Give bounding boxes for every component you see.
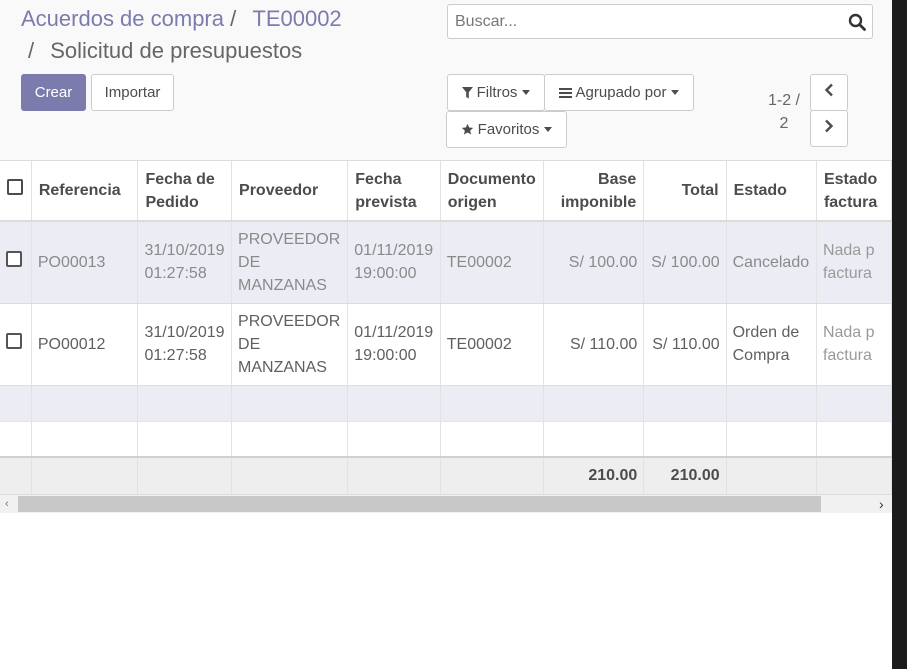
table-header: Referencia Fecha de Pedido Proveedor Fech… xyxy=(0,161,892,222)
table-row[interactable]: PO00012 31/10/2019 01:27:58 PROVEEDOR DE MA… xyxy=(0,303,892,386)
sum-total: 210.00 xyxy=(643,456,727,495)
caret-down-icon xyxy=(671,90,680,95)
caret-down-icon xyxy=(522,90,531,95)
column-total[interactable]: Total xyxy=(643,161,727,222)
search-box xyxy=(447,4,873,39)
sum-untaxed: 210.00 xyxy=(543,456,645,495)
app-window: Acuerdos de compra / TE00002 / Solicitud… xyxy=(0,0,892,669)
page-title: Solicitud de presupuestos xyxy=(50,38,303,63)
table-row[interactable]: PO00013 31/10/2019 01:27:58 PROVEEDOR DE MA… xyxy=(0,221,892,304)
row-select-cell xyxy=(0,221,32,304)
cell-planned-date: 01/11/2019 19:00:00 xyxy=(347,303,441,386)
pager-value: 1-2 / 2 xyxy=(758,89,810,135)
cell-origin: TE00002 xyxy=(440,303,544,386)
filters-label: Filtros xyxy=(476,84,518,101)
scroll-left-arrow-icon[interactable]: ‹ xyxy=(5,498,9,510)
cell-untaxed: S/ 110.00 xyxy=(543,303,645,386)
empty-row xyxy=(0,385,892,422)
pager-total: 2 xyxy=(779,115,789,132)
chevron-left-icon xyxy=(824,83,834,102)
empty-row xyxy=(0,421,892,458)
cell-invoice-state: Nada p factura xyxy=(816,221,892,304)
filters-button[interactable]: Filtros xyxy=(447,74,545,111)
select-all-checkbox[interactable] xyxy=(7,179,23,195)
column-vendor[interactable]: Proveedor xyxy=(231,161,349,222)
star-icon xyxy=(461,123,474,136)
chevron-right-icon xyxy=(824,119,834,138)
select-all-header xyxy=(0,161,32,222)
cell-origin: TE00002 xyxy=(440,221,544,304)
breadcrumb-current-line: / Solicitud de presupuestos xyxy=(28,38,302,64)
cell-state: Orden de Compra xyxy=(726,303,817,386)
caret-down-icon xyxy=(544,127,553,132)
column-reference[interactable]: Referencia xyxy=(31,161,139,222)
cell-reference: PO00012 xyxy=(31,303,139,386)
horizontal-scrollbar[interactable]: ‹ › xyxy=(0,495,892,513)
breadcrumb-separator: / xyxy=(230,6,237,31)
cell-state: Cancelado xyxy=(726,221,817,304)
pager-previous-button[interactable] xyxy=(810,74,848,111)
control-panel: Acuerdos de compra / TE00002 / Solicitud… xyxy=(0,0,892,161)
cell-reference: PO00013 xyxy=(31,221,139,304)
column-origin[interactable]: Documento origen xyxy=(440,161,544,222)
search-icon[interactable] xyxy=(848,13,866,36)
column-invoice-state[interactable]: Estado factura xyxy=(816,161,892,222)
cell-total: S/ 100.00 xyxy=(643,221,727,304)
cell-vendor: PROVEEDOR DE MANZANAS xyxy=(231,303,349,386)
cell-order-date: 31/10/2019 01:27:58 xyxy=(137,303,233,386)
search-input[interactable] xyxy=(455,11,835,33)
cell-planned-date: 01/11/2019 19:00:00 xyxy=(347,221,441,304)
favorites-button[interactable]: Favoritos xyxy=(446,111,567,148)
breadcrumb-separator: / xyxy=(28,38,35,63)
groupby-label: Agrupado por xyxy=(575,84,667,101)
favorites-label: Favoritos xyxy=(477,121,540,138)
table-footer: 210.00 210.00 xyxy=(0,456,892,495)
groupby-button[interactable]: Agrupado por xyxy=(544,74,694,111)
cell-untaxed: S/ 100.00 xyxy=(543,221,645,304)
purchase-orders-table: Referencia Fecha de Pedido Proveedor Fech… xyxy=(0,161,892,495)
row-checkbox[interactable] xyxy=(6,332,22,349)
cell-invoice-state: Nada p factura xyxy=(816,303,892,386)
pager-next-button[interactable] xyxy=(810,110,848,147)
breadcrumb-item-agreements[interactable]: Acuerdos de compra xyxy=(21,6,224,31)
bars-icon xyxy=(558,87,572,99)
pager-range[interactable]: 1-2 / xyxy=(758,89,810,112)
column-order-date[interactable]: Fecha de Pedido xyxy=(137,161,233,222)
cell-order-date: 31/10/2019 01:27:58 xyxy=(137,221,233,304)
import-button[interactable]: Importar xyxy=(91,74,174,111)
row-checkbox[interactable] xyxy=(6,250,22,267)
column-untaxed[interactable]: Base imponible xyxy=(543,161,645,222)
scrollbar-thumb[interactable] xyxy=(18,496,821,512)
cell-vendor: PROVEEDOR DE MANZANAS xyxy=(231,221,349,304)
column-state[interactable]: Estado xyxy=(726,161,817,222)
row-select-cell xyxy=(0,303,32,386)
filter-icon xyxy=(461,86,473,99)
column-planned-date[interactable]: Fecha prevista xyxy=(347,161,441,222)
create-button[interactable]: Crear xyxy=(21,74,86,111)
cell-total: S/ 110.00 xyxy=(643,303,727,386)
scroll-right-arrow-icon[interactable]: › xyxy=(879,496,884,512)
breadcrumb-item-te00002[interactable]: TE00002 xyxy=(252,6,341,31)
breadcrumb: Acuerdos de compra / TE00002 xyxy=(21,6,342,32)
